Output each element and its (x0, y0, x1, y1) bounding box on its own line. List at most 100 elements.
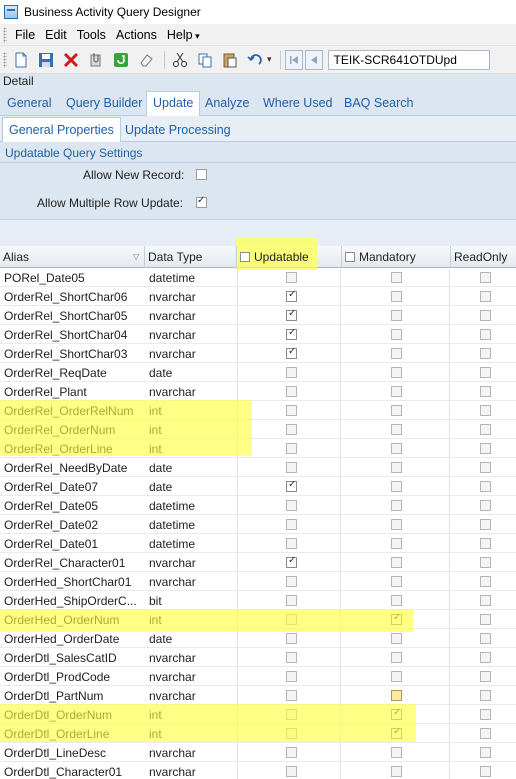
readonly-checkbox[interactable] (480, 614, 491, 625)
table-row[interactable]: OrderHed_ShortChar01 nvarchar (0, 572, 516, 591)
tab-general[interactable]: General (7, 96, 51, 110)
readonly-checkbox[interactable] (480, 576, 491, 587)
alias-cell[interactable]: OrderHed_OrderNum (0, 610, 144, 629)
table-row[interactable]: OrderRel_Date01 datetime (0, 534, 516, 553)
column-header-data-type[interactable]: Data Type (145, 246, 237, 268)
updatable-checkbox[interactable] (286, 272, 297, 283)
readonly-checkbox[interactable] (480, 386, 491, 397)
updatable-checkbox[interactable] (286, 652, 297, 663)
table-row[interactable]: OrderHed_OrderNum int (0, 610, 516, 629)
mandatory-checkbox[interactable] (391, 671, 402, 682)
mandatory-checkbox[interactable] (391, 462, 402, 473)
alias-cell[interactable]: OrderDtl_SalesCatID (0, 648, 144, 667)
mandatory-checkbox[interactable] (391, 405, 402, 416)
readonly-checkbox[interactable] (480, 443, 491, 454)
query-id-field[interactable]: TEIK-SCR641OTDUpd (327, 49, 490, 70)
tab-update[interactable]: Update (146, 91, 201, 116)
updatable-checkbox[interactable] (286, 519, 297, 530)
updatable-checkbox[interactable] (286, 386, 297, 397)
menu-tools[interactable]: Tools (72, 28, 111, 42)
readonly-checkbox[interactable] (480, 329, 491, 340)
chevron-down-icon[interactable]: ▾ (267, 54, 272, 65)
mandatory-checkbox[interactable] (391, 310, 402, 321)
readonly-checkbox[interactable] (480, 405, 491, 416)
alias-cell[interactable]: OrderDtl_LineDesc (0, 743, 144, 762)
tab-analyze[interactable]: Analyze (205, 96, 249, 110)
table-row[interactable]: OrderHed_ShipOrderC... bit (0, 591, 516, 610)
readonly-checkbox[interactable] (480, 538, 491, 549)
updatable-checkbox[interactable] (286, 500, 297, 511)
table-row[interactable]: OrderRel_NeedByDate date (0, 458, 516, 477)
mandatory-checkbox[interactable] (391, 500, 402, 511)
tab-general-properties[interactable]: General Properties (2, 117, 121, 142)
updatable-checkbox[interactable] (286, 633, 297, 644)
new-icon[interactable] (10, 49, 32, 71)
menu-help[interactable]: Help (162, 28, 205, 42)
readonly-checkbox[interactable] (480, 557, 491, 568)
select-all-mandatory-checkbox[interactable] (345, 252, 355, 262)
mandatory-checkbox[interactable] (391, 707, 402, 720)
grip-icon[interactable] (3, 26, 7, 43)
alias-cell[interactable]: OrderRel_Date05 (0, 496, 144, 515)
table-row[interactable]: OrderHed_OrderDate date (0, 629, 516, 648)
menu-actions[interactable]: Actions (111, 28, 162, 42)
updatable-checkbox[interactable] (286, 308, 297, 321)
alias-cell[interactable]: OrderRel_NeedByDate (0, 458, 144, 477)
updatable-checkbox[interactable] (286, 424, 297, 435)
first-record-icon[interactable] (284, 49, 303, 70)
table-row[interactable]: OrderRel_ShortChar06 nvarchar (0, 287, 516, 306)
alias-cell[interactable]: OrderHed_ShortChar01 (0, 572, 144, 591)
updatable-checkbox[interactable] (286, 690, 297, 701)
attach-icon[interactable] (85, 49, 107, 71)
readonly-checkbox[interactable] (480, 481, 491, 492)
mandatory-checkbox[interactable] (391, 652, 402, 663)
updatable-checkbox[interactable] (286, 614, 297, 625)
alias-cell[interactable]: OrderRel_ShortChar05 (0, 306, 144, 325)
table-row[interactable]: OrderRel_OrderRelNum int (0, 401, 516, 420)
menu-edit[interactable]: Edit (40, 28, 72, 42)
alias-cell[interactable]: OrderRel_OrderRelNum (0, 401, 144, 420)
save-icon[interactable] (35, 49, 57, 71)
mandatory-checkbox[interactable] (391, 557, 402, 568)
readonly-checkbox[interactable] (480, 367, 491, 378)
updatable-checkbox[interactable] (286, 289, 297, 302)
alias-cell[interactable]: OrderRel_ShortChar06 (0, 287, 144, 306)
mandatory-checkbox[interactable] (391, 538, 402, 549)
readonly-checkbox[interactable] (480, 652, 491, 663)
mandatory-checkbox[interactable] (391, 595, 402, 606)
mandatory-checkbox[interactable] (391, 443, 402, 454)
alias-cell[interactable]: OrderRel_ReqDate (0, 363, 144, 382)
alias-cell[interactable]: OrderDtl_ProdCode (0, 667, 144, 686)
readonly-checkbox[interactable] (480, 462, 491, 473)
table-row[interactable]: OrderRel_ReqDate date (0, 363, 516, 382)
alias-cell[interactable]: OrderRel_OrderLine (0, 439, 144, 458)
allow-multiple-row-update-checkbox[interactable] (196, 195, 207, 208)
alias-cell[interactable]: OrderRel_ShortChar03 (0, 344, 144, 363)
mandatory-checkbox[interactable] (391, 726, 402, 739)
table-row[interactable]: OrderDtl_Character01 nvarchar (0, 762, 516, 779)
readonly-checkbox[interactable] (480, 424, 491, 435)
updatable-checkbox[interactable] (286, 766, 297, 777)
table-row[interactable]: OrderRel_Date02 datetime (0, 515, 516, 534)
table-row[interactable]: OrderRel_ShortChar03 nvarchar (0, 344, 516, 363)
table-row[interactable]: OrderDtl_OrderLine int (0, 724, 516, 743)
readonly-checkbox[interactable] (480, 595, 491, 606)
column-header-updatable[interactable]: Updatable (237, 246, 342, 268)
mandatory-checkbox[interactable] (391, 481, 402, 492)
readonly-checkbox[interactable] (480, 291, 491, 302)
readonly-checkbox[interactable] (480, 766, 491, 777)
readonly-checkbox[interactable] (480, 310, 491, 321)
previous-record-icon[interactable] (304, 49, 323, 70)
tab-update-processing[interactable]: Update Processing (125, 123, 231, 137)
mandatory-checkbox[interactable] (391, 519, 402, 530)
table-row[interactable]: OrderDtl_OrderNum int (0, 705, 516, 724)
mandatory-checkbox[interactable] (391, 348, 402, 359)
readonly-checkbox[interactable] (480, 272, 491, 283)
updatable-checkbox[interactable] (286, 671, 297, 682)
updatable-checkbox[interactable] (286, 728, 297, 739)
grip-icon[interactable] (3, 51, 7, 68)
table-row[interactable]: OrderDtl_ProdCode nvarchar (0, 667, 516, 686)
table-row[interactable]: OrderRel_OrderLine int (0, 439, 516, 458)
copy-icon[interactable] (194, 49, 216, 71)
menu-file[interactable]: File (10, 28, 40, 42)
